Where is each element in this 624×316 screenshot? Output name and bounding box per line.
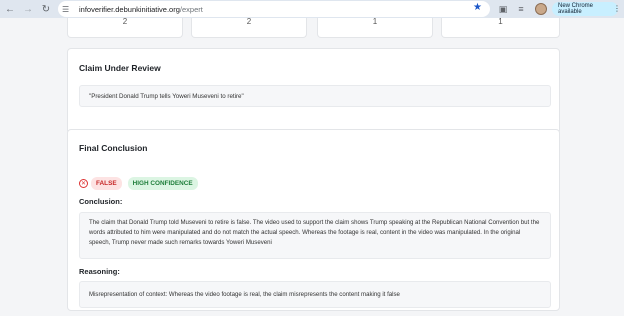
stat-value: 1 [498, 17, 503, 26]
extensions-icon[interactable]: ▣ [496, 2, 510, 16]
url-path: /expert [179, 4, 203, 14]
conclusion-text: The claim that Donald Trump told Museven… [79, 212, 551, 259]
avatar[interactable] [535, 3, 547, 15]
stat-card: 1 [441, 18, 560, 38]
claim-under-review-card: Claim Under Review "President Donald Tru… [67, 48, 560, 134]
forward-button[interactable]: → [20, 1, 36, 17]
browser-toolbar: ← → ↻ ☰ infoverifier.debunkinitiative.or… [0, 0, 624, 18]
conclusion-label: Conclusion: [79, 197, 123, 206]
card-title: Claim Under Review [79, 63, 161, 73]
reasoning-text: Misrepresentation of context: Whereas th… [79, 281, 551, 308]
confidence-badge: HIGH CONFIDENCE [127, 177, 198, 190]
stat-value: 1 [372, 17, 378, 26]
stat-card: 2 [191, 18, 307, 38]
card-title: Final Conclusion [79, 143, 148, 153]
final-conclusion-card: Final Conclusion ✕ FALSE HIGH CONFIDENCE… [67, 129, 560, 311]
stat-value: 2 [122, 17, 128, 26]
reload-button[interactable]: ↻ [38, 1, 54, 17]
verdict-badge: FALSE [91, 177, 122, 190]
url-host: infoverifier.debunkinitiative.org [79, 4, 180, 14]
reload-icon: ↻ [41, 3, 51, 15]
stat-card: 1 [317, 18, 433, 38]
x-circle-icon: ✕ [79, 179, 88, 188]
page-content: 2 2 1 1 Claim Under Review "President Do… [0, 18, 624, 316]
verdict-badges: ✕ FALSE HIGH CONFIDENCE [79, 177, 198, 190]
stat-value: 2 [246, 17, 252, 26]
back-button[interactable]: ← [2, 1, 18, 17]
arrow-left-icon: ← [5, 3, 15, 15]
address-bar[interactable]: ☰ infoverifier.debunkinitiative.org/expe… [58, 1, 490, 17]
tune-icon[interactable]: ☰ [62, 5, 76, 14]
tab-search-icon[interactable]: ≡ [514, 2, 528, 16]
reasoning-label: Reasoning: [79, 267, 120, 276]
new-chrome-available-button[interactable]: New Chrome available ⋮ [552, 2, 621, 16]
new-chrome-label: New Chrome available [558, 3, 594, 15]
star-icon[interactable]: ★ [473, 2, 482, 13]
arrow-right-icon: → [23, 3, 33, 15]
more-menu-icon[interactable]: ⋮ [613, 4, 621, 13]
claim-text: "President Donald Trump tells Yoweri Mus… [79, 85, 551, 107]
stat-card: 2 [67, 18, 183, 38]
